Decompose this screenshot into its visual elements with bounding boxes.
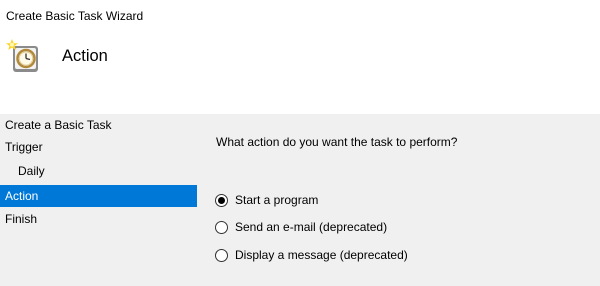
step-daily: Daily (18, 164, 45, 178)
start-program-label[interactable]: Start a program (235, 193, 318, 207)
step-create-basic-task: Create a Basic Task (5, 118, 112, 132)
window-title: Create Basic Task Wizard (6, 9, 144, 23)
wizard-header: Create Basic Task Wizard Action (0, 0, 600, 114)
step-action: Action (0, 185, 197, 207)
page-title: Action (62, 47, 108, 65)
send-email-option[interactable]: Send an e-mail (deprecated) (215, 218, 387, 236)
display-message-option[interactable]: Display a message (deprecated) (215, 246, 408, 264)
start-program-option[interactable]: Start a program (215, 191, 318, 209)
step-trigger: Trigger (5, 140, 43, 154)
action-question: What action do you want the task to perf… (216, 135, 458, 149)
start-program-radio[interactable] (215, 193, 228, 207)
task-scheduler-clock-icon (5, 38, 41, 74)
step-finish: Finish (5, 212, 38, 226)
send-email-label[interactable]: Send an e-mail (deprecated) (235, 220, 387, 234)
display-message-radio[interactable] (215, 248, 228, 262)
display-message-label[interactable]: Display a message (deprecated) (235, 248, 408, 262)
send-email-radio[interactable] (215, 220, 228, 234)
action-panel: What action do you want the task to perf… (197, 114, 600, 286)
wizard-steps-sidebar: Create a Basic Task Trigger Daily Action… (0, 114, 197, 286)
